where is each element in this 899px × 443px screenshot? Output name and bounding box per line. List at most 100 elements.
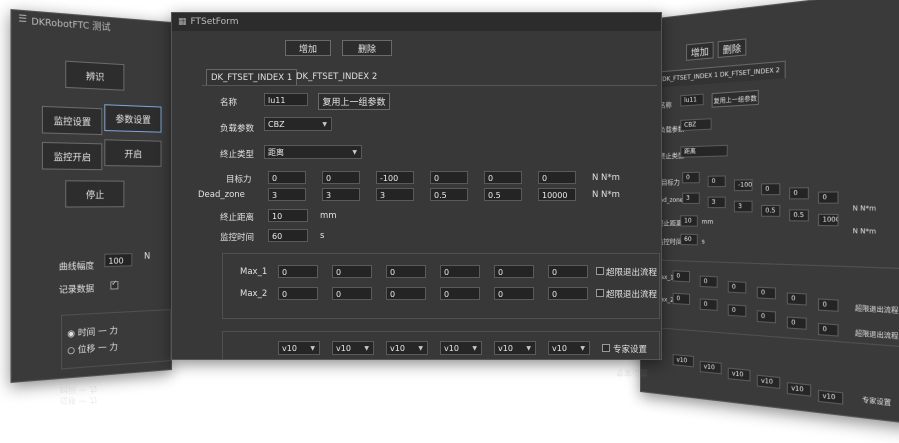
- right-max2-field-3[interactable]: 0: [727, 304, 747, 318]
- params-settings-button[interactable]: 参数设置: [104, 104, 162, 133]
- right-delete-button[interactable]: 删除: [717, 38, 747, 59]
- v-select-5[interactable]: v10 ▼: [494, 341, 536, 355]
- right-target-field-4[interactable]: 0: [761, 183, 781, 196]
- monitor-on-button[interactable]: 监控开启: [41, 141, 103, 171]
- right-deadzone-field-2[interactable]: 3: [707, 196, 726, 209]
- deadzone-field-1[interactable]: 3: [268, 188, 306, 201]
- monitor-time-input[interactable]: 60: [268, 229, 308, 242]
- right-max1-field-3[interactable]: 0: [727, 280, 747, 294]
- monitor-settings-button[interactable]: 监控设置: [41, 105, 103, 136]
- delete-button[interactable]: 删除: [342, 40, 392, 56]
- deadzone-field-2[interactable]: 3: [322, 188, 360, 201]
- deadzone-field-3[interactable]: 3: [376, 188, 414, 201]
- right-v-select-3[interactable]: v10: [727, 367, 751, 382]
- right-v-select-4[interactable]: v10: [756, 374, 781, 389]
- right-name-input[interactable]: lu11: [680, 93, 704, 107]
- max2-exceed-checkbox[interactable]: [596, 289, 604, 297]
- tab-index-2[interactable]: DK_FTSET_INDEX 2: [292, 69, 381, 85]
- right-target-field-1[interactable]: 0: [682, 171, 700, 184]
- max1-field-5[interactable]: 0: [494, 265, 534, 278]
- max1-field-2[interactable]: 0: [332, 265, 372, 278]
- max1-field-1[interactable]: 0: [278, 265, 318, 278]
- right-target-field-2[interactable]: 0: [707, 175, 726, 188]
- record-data-checkbox[interactable]: ✓: [110, 279, 119, 290]
- deadzone-field-6[interactable]: 10000: [538, 188, 576, 201]
- target-force-field-1[interactable]: 0: [268, 171, 306, 184]
- name-input[interactable]: lu11: [264, 93, 308, 106]
- max2-field-1[interactable]: 0: [278, 287, 318, 300]
- max1-field-3[interactable]: 0: [386, 265, 426, 278]
- right-v-select-6[interactable]: v10: [817, 389, 844, 405]
- right-target-label: 目标力: [661, 178, 680, 187]
- v-select-2[interactable]: v10 ▼: [332, 341, 374, 355]
- max1-field-4[interactable]: 0: [440, 265, 480, 278]
- load-params-value: CBZ: [268, 120, 285, 129]
- v-select-3[interactable]: v10 ▼: [386, 341, 428, 355]
- right-max2-field-6[interactable]: 0: [817, 322, 839, 337]
- right-max1-field-1[interactable]: 0: [672, 270, 690, 283]
- right-deadzone-field-3[interactable]: 3: [733, 200, 753, 213]
- max1-field-6[interactable]: 0: [548, 265, 588, 278]
- right-max2-field-4[interactable]: 0: [756, 310, 776, 324]
- right-deadzone-field-5[interactable]: 0.5: [789, 209, 809, 222]
- radio-selected-icon: ◉: [67, 328, 76, 340]
- end-distance-input[interactable]: 10: [268, 209, 308, 222]
- v-select-value: v10: [552, 344, 567, 353]
- right-max2-field-5[interactable]: 0: [786, 316, 807, 330]
- curve-amplitude-input[interactable]: 100: [104, 253, 133, 268]
- right-v-select-1[interactable]: v10: [672, 354, 694, 368]
- max2-field-5[interactable]: 0: [494, 287, 534, 300]
- stop-button[interactable]: 停止: [65, 180, 125, 208]
- right-deadzone-field-4[interactable]: 0.5: [761, 204, 781, 217]
- right-deadzone-field-6[interactable]: 10000: [817, 213, 839, 227]
- right-max2-field-1[interactable]: 0: [672, 292, 690, 306]
- target-force-field-6[interactable]: 0: [538, 171, 576, 184]
- target-force-unit: N N*m: [592, 173, 620, 183]
- right-load-combo[interactable]: CBZ: [680, 118, 712, 132]
- max2-field-3[interactable]: 0: [386, 287, 426, 300]
- open-button[interactable]: 开启: [104, 139, 162, 167]
- right-reuse-button[interactable]: 复用上一组参数: [711, 89, 759, 108]
- right-max1-field-5[interactable]: 0: [786, 292, 807, 306]
- right-end-distance-input[interactable]: 10: [680, 215, 698, 227]
- deadzone-field-4[interactable]: 0.5: [430, 188, 468, 201]
- right-target-field-3[interactable]: -100: [733, 179, 753, 192]
- deadzone-field-5[interactable]: 0.5: [484, 188, 522, 201]
- v-select-4[interactable]: v10 ▼: [440, 341, 482, 355]
- max2-exceed-label: 超限退出流程: [606, 290, 658, 300]
- dropdown-arrow-icon: ▼: [472, 345, 477, 352]
- right-target-field-5[interactable]: 0: [789, 187, 809, 200]
- max2-field-2[interactable]: 0: [332, 287, 372, 300]
- load-params-combo[interactable]: CBZ ▼: [264, 117, 332, 131]
- max2-field-6[interactable]: 0: [548, 287, 588, 300]
- monitor-time-unit: s: [320, 231, 325, 241]
- right-max1-field-6[interactable]: 0: [817, 298, 839, 312]
- identify-button[interactable]: 辨识: [65, 60, 125, 91]
- v-select-1[interactable]: v10 ▼: [278, 341, 320, 355]
- max2-field-4[interactable]: 0: [440, 287, 480, 300]
- right-max1-field-4[interactable]: 0: [756, 286, 776, 300]
- end-type-combo[interactable]: 距离 ▼: [264, 145, 362, 159]
- left-titlebar: ☰ DKRobotFTC 测试: [12, 10, 171, 39]
- reuse-previous-params-button[interactable]: 复用上一组参数: [318, 93, 390, 110]
- right-end-type-combo[interactable]: 距离: [680, 144, 728, 158]
- right-target-field-6[interactable]: 0: [817, 191, 839, 204]
- target-force-field-4[interactable]: 0: [430, 171, 468, 184]
- right-add-button[interactable]: 增加: [686, 41, 714, 61]
- right-deadzone-field-1[interactable]: 3: [682, 192, 700, 204]
- right-v-select-2[interactable]: v10: [699, 360, 722, 375]
- max1-exceed-checkbox[interactable]: [596, 267, 604, 275]
- target-force-field-2[interactable]: 0: [322, 171, 360, 184]
- right-monitor-time-input[interactable]: 60: [680, 233, 698, 246]
- right-v-select-5[interactable]: v10: [786, 382, 812, 397]
- target-force-field-5[interactable]: 0: [484, 171, 522, 184]
- target-force-field-3[interactable]: -100: [376, 171, 414, 184]
- add-button[interactable]: 增加: [285, 40, 331, 56]
- right-tab-strip[interactable]: DK_FTSET_INDEX 1 DK_FTSET_INDEX 2: [657, 60, 786, 88]
- v-select-6[interactable]: v10 ▼: [548, 341, 590, 355]
- tab-index-1[interactable]: DK_FTSET_INDEX 1: [206, 69, 298, 85]
- right-max1-field-2[interactable]: 0: [699, 275, 718, 288]
- right-max2-field-2[interactable]: 0: [699, 298, 718, 311]
- expert-settings-checkbox[interactable]: [602, 344, 610, 352]
- target-force-label: 目标力: [226, 175, 252, 185]
